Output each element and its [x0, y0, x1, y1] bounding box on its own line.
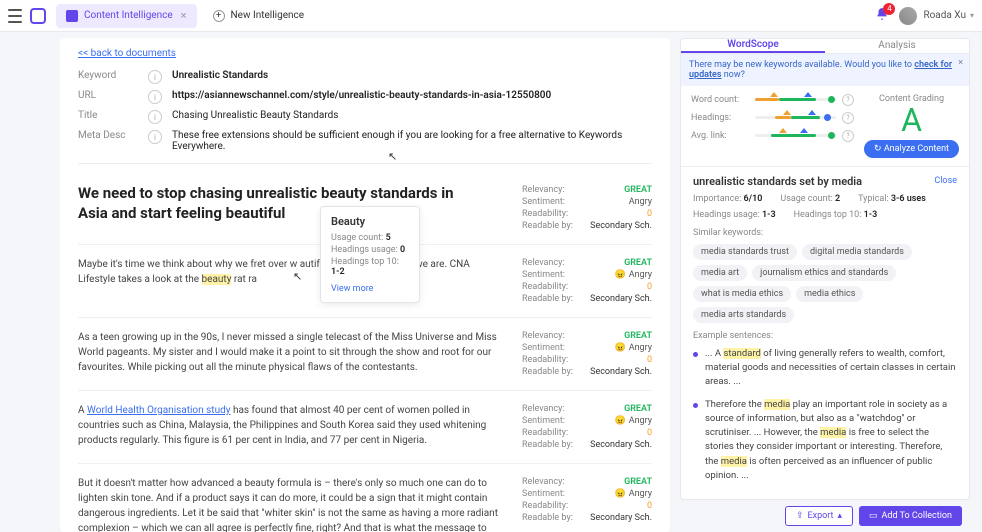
url-value: https://asiannewschannel.com/style/unrea…: [172, 90, 652, 104]
metrics-block: Relevancy:GREAT Sentiment:😠Angry Readabi…: [522, 403, 652, 451]
tag[interactable]: media arts standards: [693, 307, 794, 323]
tab-analysis[interactable]: Analysis: [825, 39, 969, 53]
tag[interactable]: digital media standards: [802, 244, 912, 260]
tag[interactable]: media art: [693, 265, 747, 281]
avglink-label: Avg. link:: [691, 131, 749, 141]
meta-value: These free extensions should be sufficie…: [172, 130, 652, 152]
plus-icon: +: [213, 10, 225, 22]
tag[interactable]: what is media ethics: [693, 286, 791, 302]
export-button[interactable]: ⇪ Export ▴: [785, 506, 853, 526]
paragraph: But it doesn't matter how advanced a bea…: [78, 476, 522, 532]
paragraph: Maybe it's time we think about why we fr…: [78, 257, 522, 305]
metrics-block: Relevancy:GREAT Sentiment:😠Angry Readabi…: [522, 257, 652, 305]
keyword-title: unrealistic standards set by media: [693, 175, 862, 188]
title-label: Title: [78, 110, 148, 124]
example-sentence: ... A standard of living generally refer…: [693, 347, 957, 390]
tag-list: media standards trust digital media stand…: [693, 244, 957, 323]
popover-title: Beauty: [331, 215, 409, 228]
chevron-up-icon: ▴: [837, 511, 842, 521]
headings-label: Headings:: [691, 113, 749, 123]
similar-label: Similar keywords:: [693, 228, 957, 238]
help-icon[interactable]: ?: [842, 130, 854, 142]
example-sentence: Therefore the media play an important ro…: [693, 398, 957, 484]
bookmark-icon: ▭: [869, 511, 878, 521]
tag[interactable]: media ethics: [796, 286, 863, 302]
tab-new-intelligence[interactable]: + New Intelligence: [203, 4, 315, 28]
wordcount-label: Word count:: [691, 95, 749, 105]
keyword-value: Unrealistic Standards: [172, 70, 652, 84]
tab-label: New Intelligence: [231, 10, 305, 21]
avatar[interactable]: [899, 7, 917, 25]
close-link[interactable]: Close: [934, 176, 957, 186]
info-icon[interactable]: i: [148, 70, 162, 84]
right-tabs: WordScope Analysis: [681, 39, 969, 54]
avglink-bar: [755, 134, 836, 137]
paragraph: As a teen growing up in the 90s, I never…: [78, 330, 522, 378]
info-icon[interactable]: i: [148, 90, 162, 104]
help-icon[interactable]: ?: [842, 112, 854, 124]
keyword-label: Keyword: [78, 70, 148, 84]
close-icon[interactable]: ×: [181, 9, 187, 22]
tag[interactable]: media standards trust: [693, 244, 797, 260]
chevron-down-icon[interactable]: ▾: [970, 11, 974, 20]
wordcount-bar: [755, 98, 836, 101]
tab-wordscope[interactable]: WordScope: [681, 39, 825, 53]
view-more-link[interactable]: View more: [331, 284, 409, 294]
app-logo[interactable]: [30, 8, 46, 24]
notifications-icon[interactable]: 4: [875, 7, 889, 25]
export-icon: ⇪: [796, 511, 804, 521]
tag[interactable]: journalism ethics and standards: [752, 265, 896, 281]
info-icon[interactable]: i: [148, 130, 162, 144]
tab-icon: [66, 10, 78, 22]
content-grade: A: [864, 104, 959, 136]
keyword-popover: Beauty Usage count: 5 Headings usage: 0 …: [320, 206, 420, 303]
top-bar: Content Intelligence × + New Intelligenc…: [0, 0, 982, 32]
tab-content-intelligence[interactable]: Content Intelligence ×: [56, 4, 197, 28]
help-icon[interactable]: ?: [842, 94, 854, 106]
menu-icon[interactable]: [8, 9, 22, 23]
notification-badge: 4: [883, 3, 895, 15]
analyze-button[interactable]: Analyze Content: [864, 140, 959, 158]
headings-bar: [755, 116, 836, 119]
close-icon[interactable]: ×: [958, 58, 963, 68]
document-panel: << back to documents Keyword i Unrealist…: [60, 38, 670, 532]
metrics-block: Relevancy:GREAT Sentiment:😠Angry Readabi…: [522, 476, 652, 532]
paragraph: A World Health Organisation study has fo…: [78, 403, 522, 451]
url-label: URL: [78, 90, 148, 104]
user-name: Roada Xu: [923, 10, 966, 21]
examples-label: Example sentences:: [693, 331, 957, 341]
update-notice: There may be new keywords available. Wou…: [681, 54, 969, 86]
add-to-collection-button[interactable]: ▭ Add To Collection: [859, 506, 962, 526]
back-link[interactable]: << back to documents: [78, 48, 176, 59]
tab-label: Content Intelligence: [84, 10, 173, 21]
metrics-block: Relevancy:GREAT Sentiment:Angry Readabil…: [522, 184, 652, 232]
title-value: Chasing Unrealistic Beauty Standards: [172, 110, 652, 124]
info-icon[interactable]: i: [148, 110, 162, 124]
meta-label: Meta Desc: [78, 130, 148, 152]
metrics-block: Relevancy:GREAT Sentiment:😠Angry Readabi…: [522, 330, 652, 378]
